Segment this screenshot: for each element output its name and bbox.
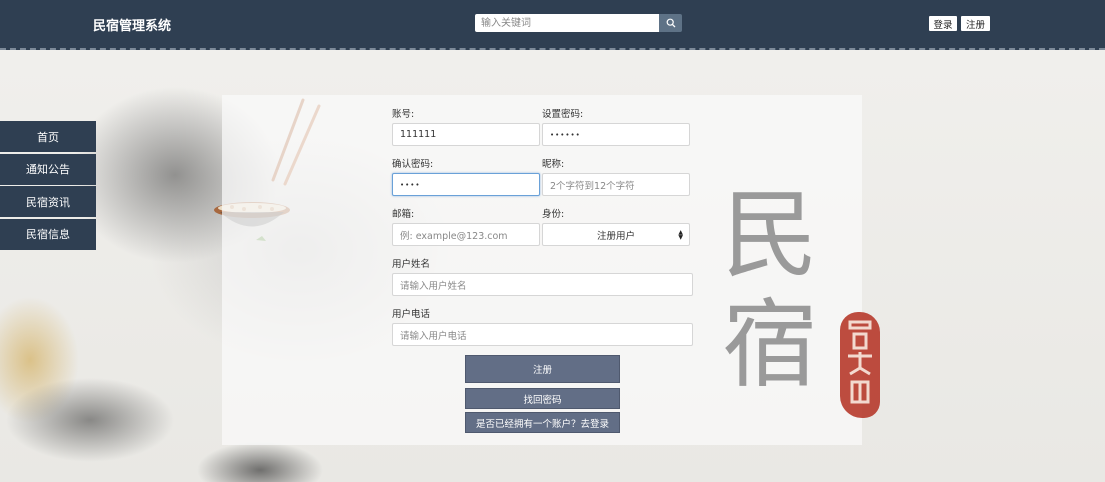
password-input[interactable]: •••••• — [542, 123, 690, 146]
email-input[interactable]: 例: example@123.com — [392, 223, 540, 246]
nickname-label: 昵称: — [542, 159, 565, 170]
go-to-login-button[interactable]: 是否已经拥有一个账户？去登录 — [465, 412, 620, 433]
sidebar-item-homestay-info[interactable]: 民宿信息 — [0, 218, 96, 250]
search-icon — [666, 18, 675, 28]
calligraphy-decor: 民 宿 — [720, 180, 820, 400]
phone-label: 用户电话 — [392, 309, 431, 320]
calligraphy-char-1: 民 — [722, 179, 818, 291]
nickname-input[interactable]: 2个字符到12个字符 — [542, 173, 690, 196]
select-arrows-icon: ▲ ▼ — [678, 229, 683, 241]
recover-password-button[interactable]: 找回密码 — [465, 388, 620, 409]
email-label: 邮箱: — [392, 209, 415, 220]
submit-register-button[interactable]: 注册 — [465, 355, 620, 383]
calligraphy-char-2: 宿 — [722, 289, 818, 401]
confirm-password-input[interactable]: •••• — [392, 173, 540, 196]
login-button[interactable]: 登录 — [929, 16, 957, 31]
username-label: 用户姓名 — [392, 259, 431, 270]
search-input[interactable] — [475, 14, 659, 32]
account-label: 账号: — [392, 109, 415, 120]
top-navigation-bar: 民宿管理系统 登录 注册 — [0, 0, 1105, 50]
search-box — [475, 14, 682, 32]
confirm-password-label: 确认密码: — [392, 159, 434, 170]
role-label: 身份: — [542, 209, 565, 220]
username-input[interactable]: 请输入用户姓名 — [392, 273, 693, 296]
search-button[interactable] — [659, 14, 682, 32]
site-brand[interactable]: 民宿管理系统 — [93, 15, 171, 34]
sidebar-item-notices[interactable]: 通知公告 — [0, 153, 96, 185]
password-label: 设置密码: — [542, 109, 584, 120]
phone-input[interactable]: 请输入用户电话 — [392, 323, 693, 346]
sidebar-item-news[interactable]: 民宿资讯 — [0, 186, 96, 217]
register-button-top[interactable]: 注册 — [961, 16, 990, 31]
side-navigation: 首页 通知公告 民宿资讯 民宿信息 — [0, 121, 96, 251]
account-input[interactable]: 111111 — [392, 123, 540, 146]
seal-glyphs — [848, 320, 872, 404]
role-select-value: 注册用户 — [596, 230, 635, 242]
sidebar-item-home[interactable]: 首页 — [0, 121, 96, 152]
role-select[interactable]: 注册用户 ▲ ▼ — [542, 223, 690, 246]
red-seal-stamp — [840, 312, 880, 418]
